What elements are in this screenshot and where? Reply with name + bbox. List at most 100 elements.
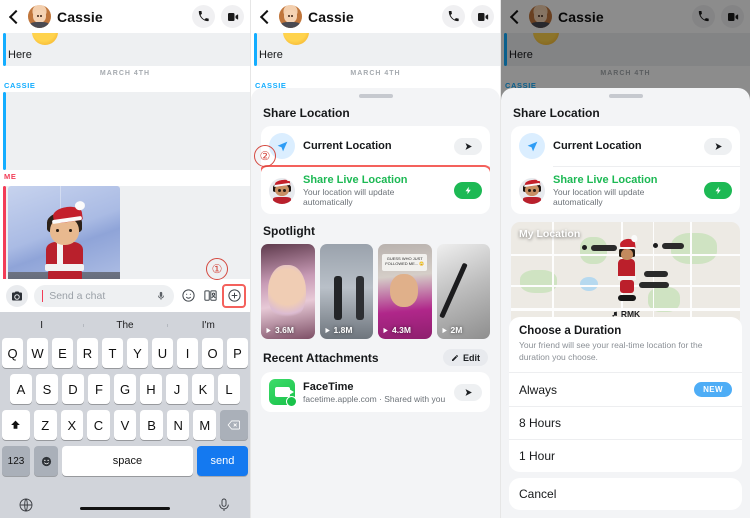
share-live-location-row[interactable]: Share Live Location Your location will u…	[261, 165, 490, 214]
play-icon	[266, 327, 271, 333]
message-row-cassie-top[interactable]: Here	[251, 33, 500, 66]
phone-call-button[interactable]	[442, 5, 465, 28]
share-live-action-button[interactable]	[704, 182, 732, 199]
duration-option-label: 8 Hours	[519, 416, 562, 430]
numbers-key[interactable]: 123	[2, 446, 30, 476]
video-call-button[interactable]	[221, 5, 244, 28]
shift-key[interactable]	[1, 410, 30, 440]
key-p[interactable]: P	[227, 338, 248, 368]
keyboard-row-2: A S D F G H J K L	[0, 374, 250, 404]
key-j[interactable]: J	[166, 374, 188, 404]
spotlight-meta: 2M	[441, 325, 462, 335]
key-c[interactable]: C	[87, 410, 110, 440]
video-camera-icon	[477, 12, 488, 21]
edit-button[interactable]: Edit	[443, 349, 488, 366]
send-key[interactable]: send	[196, 446, 248, 476]
spotlight-card[interactable]: 3.6M	[261, 244, 315, 339]
key-q[interactable]: Q	[2, 338, 23, 368]
key-n[interactable]: N	[166, 410, 190, 440]
key-m[interactable]: M	[193, 410, 217, 440]
dictation-microphone-icon[interactable]	[216, 497, 232, 513]
key-d[interactable]: D	[62, 374, 84, 404]
suggestion-0[interactable]: I	[0, 320, 83, 331]
key-b[interactable]: B	[140, 410, 163, 440]
video-call-button[interactable]	[471, 5, 494, 28]
microphone-icon[interactable]	[156, 290, 166, 302]
chat-header: Cassie	[251, 0, 500, 33]
back-chevron-icon[interactable]	[257, 9, 273, 25]
key-i[interactable]: I	[177, 338, 198, 368]
spotlight-card[interactable]: 1.8M	[319, 244, 373, 339]
conversation-list[interactable]: Here MARCH 4TH CASSIE ME	[0, 33, 250, 296]
share-live-label: Share Live Location	[303, 174, 408, 186]
back-chevron-icon[interactable]	[6, 9, 22, 25]
conversation-list[interactable]: Here MARCH 4TH CASSIE	[251, 33, 500, 92]
key-h[interactable]: H	[140, 374, 162, 404]
message-row-cassie-top[interactable]: Here	[0, 33, 250, 66]
camera-button[interactable]	[6, 284, 28, 307]
location-options-card: Current Location Share Live Location You…	[511, 126, 740, 214]
search-input[interactable]: Send a chat	[34, 284, 174, 307]
space-key[interactable]: space	[62, 446, 193, 476]
key-g[interactable]: G	[114, 374, 136, 404]
key-z[interactable]: Z	[33, 410, 57, 440]
key-e[interactable]: E	[52, 338, 73, 368]
location-map[interactable]: My Location RMK	[511, 222, 740, 327]
phone-call-button[interactable]	[192, 5, 215, 28]
current-location-row[interactable]: Current Location	[261, 126, 490, 166]
navigation-arrow-icon	[527, 141, 537, 151]
key-l[interactable]: L	[218, 374, 240, 404]
key-u[interactable]: U	[152, 338, 173, 368]
globe-icon[interactable]	[18, 497, 34, 513]
attachment-row-facetime[interactable]: FaceTime facetime.apple.com · Shared wit…	[261, 372, 490, 412]
bitmoji-button[interactable]	[202, 288, 218, 304]
cancel-button[interactable]: Cancel	[509, 478, 742, 510]
camera-icon	[12, 291, 22, 300]
key-w[interactable]: W	[27, 338, 48, 368]
bitmoji-avatar-icon	[269, 177, 295, 204]
duration-option-1-hour[interactable]: 1 Hour	[509, 439, 742, 472]
share-live-location-row[interactable]: Share Live Location Your location will u…	[511, 167, 740, 214]
send-current-location-button[interactable]	[454, 137, 482, 155]
key-y[interactable]: Y	[127, 338, 148, 368]
annotation-marker-1: ①	[206, 258, 228, 280]
spotlight-card[interactable]: 2M	[436, 244, 490, 339]
emoji-key[interactable]	[34, 446, 58, 476]
spotlight-card[interactable]: GUESS WHO JUST FOLLOWED ME... 😳 4.3M	[378, 244, 432, 339]
key-f[interactable]: F	[88, 374, 110, 404]
avatar[interactable]	[28, 5, 51, 28]
send-current-location-button[interactable]	[704, 137, 732, 155]
spotlight-title: Spotlight	[263, 224, 315, 238]
recent-attachment-card: FaceTime facetime.apple.com · Shared wit…	[261, 372, 490, 412]
spotlight-strip[interactable]: 3.6M 1.8M GUESS WHO JUST FOLLOWED ME... …	[261, 244, 490, 339]
video-camera-icon	[227, 12, 238, 21]
facetime-icon	[269, 379, 297, 407]
key-a[interactable]: A	[10, 374, 32, 404]
duration-option-8-hours[interactable]: 8 Hours	[509, 406, 742, 439]
backspace-key[interactable]	[220, 410, 249, 440]
avatar[interactable]	[279, 5, 302, 28]
sender-bar	[3, 92, 6, 170]
sheet-grabber[interactable]	[358, 94, 393, 98]
chat-header: Cassie	[0, 0, 250, 33]
emoji-sticker	[6, 33, 250, 45]
sheet-grabber[interactable]	[608, 94, 643, 98]
sticker-button[interactable]	[180, 288, 196, 304]
suggestion-1[interactable]: The	[83, 320, 166, 331]
send-attachment-button[interactable]	[454, 383, 482, 401]
message-row-cassie[interactable]	[0, 92, 250, 170]
key-s[interactable]: S	[36, 374, 58, 404]
suggestion-2[interactable]: I'm	[166, 320, 250, 331]
key-x[interactable]: X	[60, 410, 84, 440]
home-indicator	[80, 506, 170, 510]
key-o[interactable]: O	[202, 338, 223, 368]
add-attachment-button[interactable]	[222, 283, 246, 308]
share-live-action-button[interactable]	[454, 182, 482, 199]
current-location-row[interactable]: Current Location	[511, 126, 740, 166]
key-k[interactable]: K	[192, 374, 214, 404]
key-r[interactable]: R	[77, 338, 98, 368]
spotlight-views: 3.6M	[275, 325, 294, 335]
duration-option-always[interactable]: Always NEW	[509, 372, 742, 406]
key-v[interactable]: V	[113, 410, 137, 440]
key-t[interactable]: T	[102, 338, 123, 368]
